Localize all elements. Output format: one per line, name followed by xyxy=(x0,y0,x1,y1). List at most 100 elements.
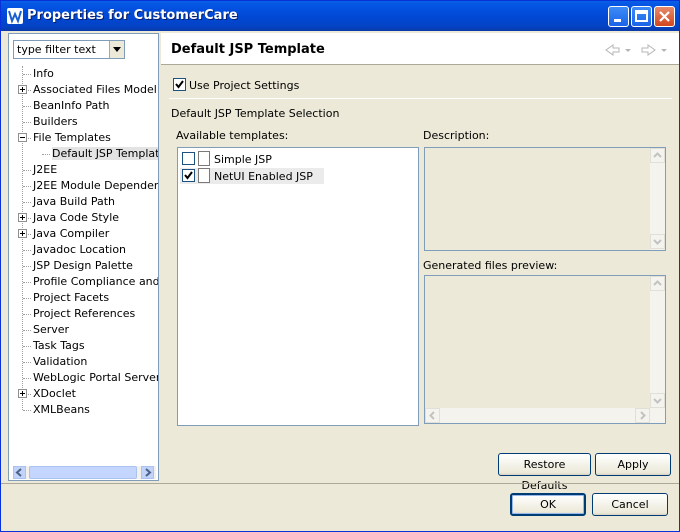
properties-dialog: Properties for CustomerCare type filter … xyxy=(0,0,680,532)
arrow-left-icon xyxy=(429,411,435,420)
scroll-left-button[interactable] xyxy=(13,466,26,479)
tree-item[interactable]: Project References xyxy=(9,306,158,322)
divider xyxy=(169,98,672,99)
title-bar[interactable]: Properties for CustomerCare xyxy=(1,1,679,31)
tree-item-label: Profile Compliance and Validation xyxy=(33,275,158,288)
tree-connector xyxy=(42,154,50,155)
ok-button[interactable]: OK xyxy=(510,493,586,516)
arrow-right-icon xyxy=(640,411,646,420)
window-title: Properties for CustomerCare xyxy=(27,8,238,23)
scroll-right-button[interactable] xyxy=(141,466,154,479)
minimize-button[interactable] xyxy=(608,6,629,27)
close-button[interactable] xyxy=(654,6,675,27)
expand-icon[interactable] xyxy=(18,229,27,238)
use-project-settings-checkbox[interactable] xyxy=(173,78,186,91)
tree-connector xyxy=(23,362,31,363)
tree-item-label: Server xyxy=(33,323,70,336)
tree-connector xyxy=(23,346,31,347)
scroll-right-button[interactable] xyxy=(635,408,650,423)
tree-item[interactable]: Builders xyxy=(9,114,158,130)
tree-connector xyxy=(23,202,31,203)
tree-item[interactable]: Info xyxy=(9,66,158,82)
template-label: NetUI Enabled JSP xyxy=(214,170,313,183)
tree-item[interactable]: Java Compiler xyxy=(9,226,158,242)
arrow-down-icon xyxy=(653,239,662,245)
tree-connector xyxy=(23,282,31,283)
tree-item[interactable]: XMLBeans xyxy=(9,402,158,418)
template-checkbox-netui-jsp[interactable] xyxy=(182,169,195,182)
tree-item-label: Default JSP Template xyxy=(52,147,158,160)
tree-connector xyxy=(23,170,31,171)
forward-button[interactable] xyxy=(639,42,669,58)
arrow-down-icon xyxy=(653,398,662,404)
tree-item-label: Builders xyxy=(33,115,78,128)
tree-item[interactable]: BeanInfo Path xyxy=(9,98,158,114)
preview-vertical-scrollbar[interactable] xyxy=(650,276,665,408)
tree-item[interactable]: File Templates xyxy=(9,130,158,146)
jsp-file-icon xyxy=(198,168,210,183)
tree-connector xyxy=(23,410,31,411)
scroll-up-button[interactable] xyxy=(650,148,665,163)
tree-item-label: XDoclet xyxy=(33,387,76,400)
description-label: Description: xyxy=(423,129,490,142)
content-pane: Default JSP Template Use Project Setting… xyxy=(161,33,679,492)
tree-item[interactable]: Server xyxy=(9,322,158,338)
tree-item-label: Java Code Style xyxy=(33,211,120,224)
filter-dropdown-button[interactable] xyxy=(109,41,124,58)
expand-icon[interactable] xyxy=(18,389,27,398)
scroll-down-button[interactable] xyxy=(650,234,665,249)
expand-icon[interactable] xyxy=(18,213,27,222)
tree-item[interactable]: XDoclet xyxy=(9,386,158,402)
tree-item[interactable]: WebLogic Portal Server Settings xyxy=(9,370,158,386)
tree-item-label: Javadoc Location xyxy=(33,243,127,256)
preview-horizontal-scrollbar[interactable] xyxy=(425,408,665,423)
tree-horizontal-scrollbar[interactable] xyxy=(13,466,156,479)
tree-item-label: Project Facets xyxy=(33,291,110,304)
tree-item[interactable]: Javadoc Location xyxy=(9,242,158,258)
preview-text[interactable] xyxy=(424,275,666,424)
template-label: Simple JSP xyxy=(214,153,272,166)
tree-item[interactable]: J2EE xyxy=(9,162,158,178)
chevron-down-icon xyxy=(113,47,121,52)
scroll-down-button[interactable] xyxy=(650,393,665,408)
back-button[interactable] xyxy=(603,42,633,58)
tree-connector xyxy=(23,298,31,299)
preview-label: Generated files preview: xyxy=(423,259,558,272)
tree-item[interactable]: Default JSP Template xyxy=(9,146,158,162)
page-header: Default JSP Template xyxy=(161,33,679,65)
tree-connector xyxy=(23,250,31,251)
minimize-icon xyxy=(614,19,621,22)
tree-item[interactable]: J2EE Module Dependencies xyxy=(9,178,158,194)
tree-item[interactable]: JSP Design Palette xyxy=(9,258,158,274)
scroll-left-button[interactable] xyxy=(425,408,440,423)
template-item-simple-jsp[interactable]: Simple JSP xyxy=(180,151,320,167)
tree-item[interactable]: Validation xyxy=(9,354,158,370)
templates-list[interactable]: Simple JSP NetUI Enabled JSP xyxy=(177,147,419,426)
tree-item[interactable]: Java Build Path xyxy=(9,194,158,210)
cancel-button[interactable]: Cancel xyxy=(592,493,668,516)
tree-item-label: BeanInfo Path xyxy=(33,99,110,112)
description-text[interactable] xyxy=(424,147,666,251)
scroll-thumb[interactable] xyxy=(29,466,137,479)
expand-icon[interactable] xyxy=(18,85,27,94)
maximize-button[interactable] xyxy=(631,6,652,27)
tree-item[interactable]: Profile Compliance and Validation xyxy=(9,274,158,290)
apply-button[interactable]: Apply xyxy=(595,453,671,476)
template-item-netui-jsp[interactable]: NetUI Enabled JSP xyxy=(180,168,324,184)
restore-defaults-button[interactable]: Restore Defaults xyxy=(498,453,591,492)
properties-tree[interactable]: Info Associated Files Model BeanInfo Path B… xyxy=(9,66,158,466)
description-scrollbar[interactable] xyxy=(650,148,665,250)
filter-input[interactable]: type filter text xyxy=(17,43,96,56)
tree-item-label: Info xyxy=(33,67,54,80)
tree-item[interactable]: Associated Files Model xyxy=(9,82,158,98)
use-project-settings-label[interactable]: Use Project Settings xyxy=(189,79,299,92)
filter-combo[interactable]: type filter text xyxy=(13,40,125,59)
tree-item[interactable]: Java Code Style xyxy=(9,210,158,226)
scroll-up-button[interactable] xyxy=(650,276,665,291)
tree-item[interactable]: Project Facets xyxy=(9,290,158,306)
tree-item[interactable]: Task Tags xyxy=(9,338,158,354)
collapse-icon[interactable] xyxy=(18,133,27,142)
tree-item-label: File Templates xyxy=(33,131,111,144)
template-checkbox-simple-jsp[interactable] xyxy=(182,152,195,165)
tree-item-label: Java Compiler xyxy=(33,227,110,240)
